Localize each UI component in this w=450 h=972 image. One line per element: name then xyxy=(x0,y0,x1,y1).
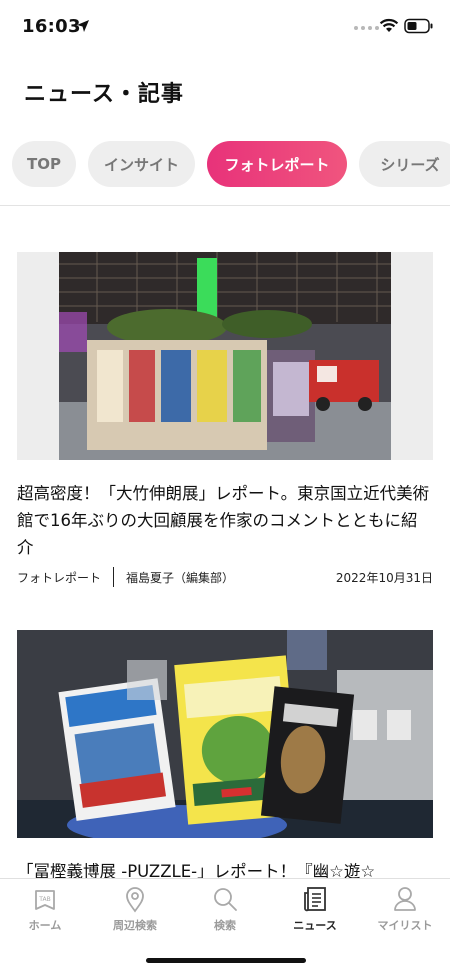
page-title: ニュース・記事 xyxy=(24,82,184,107)
article-card[interactable]: 超高密度！「大竹伸朗展」レポート。東京国立近代美術館で16年ぶりの大回顧展を作家… xyxy=(17,252,433,587)
status-time: 16:03 xyxy=(22,16,81,37)
svg-text:TAB: TAB xyxy=(38,896,50,903)
article-card[interactable]: 「冨樫義博展 -PUZZLE-」レポート！『幽☆遊☆ xyxy=(17,630,433,885)
tabs-divider xyxy=(0,205,450,206)
meta-separator xyxy=(113,567,115,587)
home-indicator xyxy=(146,958,306,963)
location-arrow-icon xyxy=(77,20,89,32)
tab-insight[interactable]: インサイト xyxy=(88,141,195,187)
tab-top[interactable]: TOP xyxy=(12,141,76,187)
tab-photo-report[interactable]: フォトレポート xyxy=(207,141,347,187)
tabbar-item-nearby[interactable]: 周辺検索 xyxy=(90,885,180,933)
tabbar-label-mylist: マイリスト xyxy=(377,919,433,932)
article-meta: フォトレポート 福島夏子（編集部） 2022年10月31日 xyxy=(17,567,433,587)
article-title: 超高密度！「大竹伸朗展」レポート。東京国立近代美術館で16年ぶりの大回顧展を作家… xyxy=(17,484,430,557)
battery-icon xyxy=(404,18,433,34)
signal-icon xyxy=(354,26,379,30)
category-tabs: TOP インサイト フォトレポート シリーズ xyxy=(0,141,450,187)
status-bar: 16:03 xyxy=(0,0,450,54)
tab-series[interactable]: シリーズ xyxy=(359,141,450,187)
tabbar-label-news: ニュース xyxy=(293,919,337,932)
search-icon xyxy=(214,888,237,911)
tab-logo-icon: TAB xyxy=(35,890,55,910)
article-date: 2022年10月31日 xyxy=(335,570,433,585)
wifi-icon xyxy=(379,18,399,32)
article-author: 福島夏子（編集部） xyxy=(126,570,235,585)
tabbar-label-home: ホーム xyxy=(28,919,62,932)
article-thumbnail xyxy=(17,252,433,460)
map-pin-icon xyxy=(126,887,144,913)
tabbar-item-home[interactable]: TAB ホーム xyxy=(0,885,90,933)
tabbar-label-nearby: 周辺検索 xyxy=(113,919,157,932)
tabbar-item-search[interactable]: 検索 xyxy=(180,885,270,933)
news-icon xyxy=(304,887,326,912)
person-icon xyxy=(394,887,416,911)
article-thumbnail xyxy=(17,630,433,838)
tabbar-item-mylist[interactable]: マイリスト xyxy=(360,885,450,933)
article-category: フォトレポート xyxy=(17,570,102,585)
tabbar-item-news[interactable]: ニュース xyxy=(270,885,360,933)
tabbar-label-search: 検索 xyxy=(214,919,236,932)
